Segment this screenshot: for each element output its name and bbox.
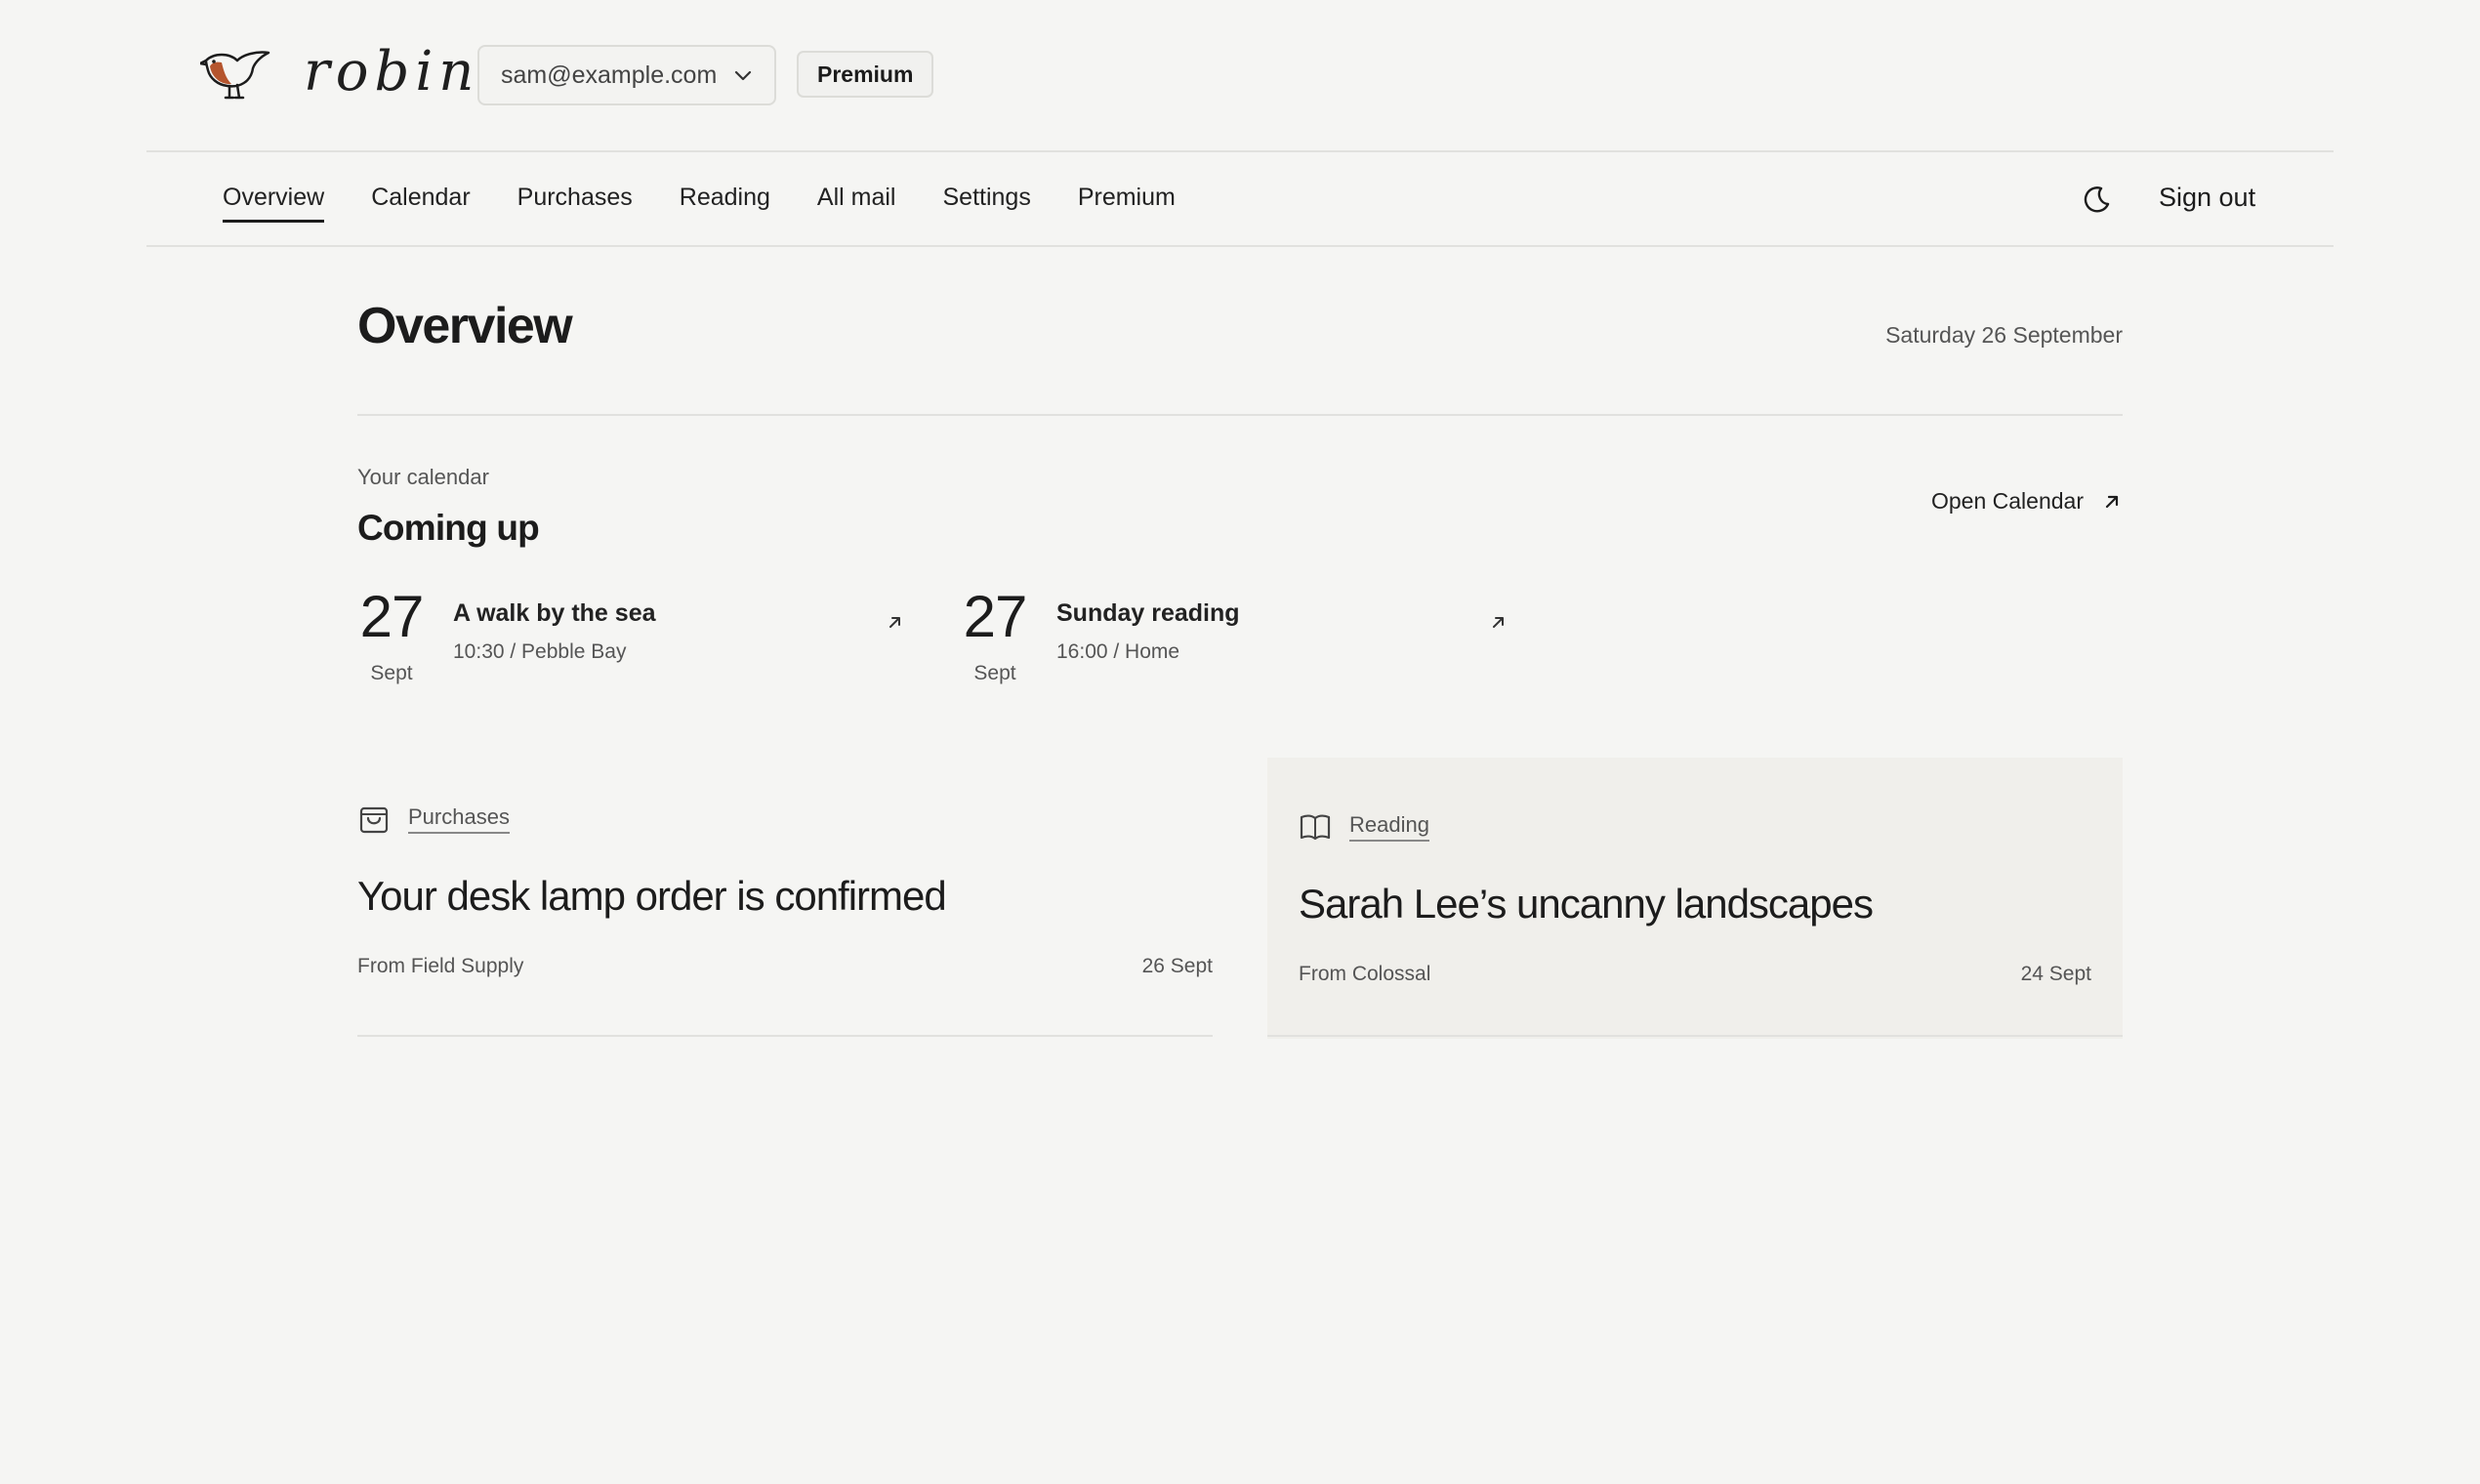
card-divider <box>357 1035 1213 1037</box>
card-category-reading[interactable]: Reading <box>1299 810 1429 844</box>
card-sender: From Colossal <box>1299 963 1431 985</box>
calendar-eyebrow: Your calendar <box>357 465 489 489</box>
robin-bird-icon <box>200 51 270 100</box>
event-day: 27 <box>359 584 425 649</box>
nav-overview[interactable]: Overview <box>223 176 325 223</box>
dark-mode-toggle-icon[interactable] <box>2082 184 2113 215</box>
card-divider <box>1267 1035 2123 1037</box>
calendar-event[interactable]: 27 Sept Sunday reading 16:00 / Home <box>961 588 1517 695</box>
card-title: Sarah Lee’s uncanny landscapes <box>1299 881 1874 927</box>
app-logo[interactable]: robin <box>200 43 479 102</box>
open-calendar-label: Open Calendar <box>1931 488 2084 514</box>
account-selector[interactable]: sam@example.com <box>477 45 776 105</box>
card-date: 24 Sept <box>2020 963 2091 985</box>
premium-badge[interactable]: Premium <box>797 51 934 98</box>
header-divider <box>146 150 2334 152</box>
page-title: Overview <box>357 298 573 354</box>
sign-out-button[interactable]: Sign out <box>2159 183 2255 213</box>
nav-all-mail[interactable]: All mail <box>817 176 896 223</box>
card-category-purchases[interactable]: Purchases <box>357 803 510 836</box>
calendar-event[interactable]: 27 Sept A walk by the sea 10:30 / Pebble… <box>357 588 914 695</box>
card-date: 26 Sept <box>1141 955 1213 977</box>
event-meta: 10:30 / Pebble Bay <box>453 640 627 663</box>
event-day: 27 <box>963 584 1028 649</box>
shopping-bag-icon <box>359 806 389 834</box>
event-month: Sept <box>370 662 413 684</box>
nav-premium[interactable]: Premium <box>1078 176 1176 223</box>
arrow-up-right-icon <box>1493 617 1504 628</box>
calendar-title: Coming up <box>357 508 540 548</box>
reading-card[interactable]: Reading Sarah Lee’s uncanny landscapes F… <box>1267 758 2123 1039</box>
nav-purchases[interactable]: Purchases <box>517 176 633 223</box>
nav-settings[interactable]: Settings <box>942 176 1030 223</box>
purchase-card[interactable]: Purchases Your desk lamp order is confir… <box>357 758 1213 1039</box>
card-category-label: Purchases <box>408 804 510 834</box>
card-title: Your desk lamp order is confirmed <box>357 873 947 919</box>
main-nav: Overview Calendar Purchases Reading All … <box>223 176 1222 223</box>
account-email: sam@example.com <box>501 61 718 89</box>
nav-reading[interactable]: Reading <box>680 176 770 223</box>
card-sender: From Field Supply <box>357 955 524 977</box>
top-bar: robin sam@example.com Premium <box>0 0 2480 151</box>
chevron-down-icon <box>734 70 752 81</box>
app-name: robin <box>304 40 480 103</box>
title-divider <box>357 414 2123 416</box>
event-title: Sunday reading <box>1056 599 1240 627</box>
arrow-up-right-icon <box>889 617 900 628</box>
nav-divider <box>146 245 2334 247</box>
event-month: Sept <box>973 662 1016 684</box>
nav-calendar[interactable]: Calendar <box>371 176 470 223</box>
arrow-up-right-icon <box>2105 495 2119 508</box>
open-calendar-link[interactable]: Open Calendar <box>1931 488 2123 515</box>
event-title: A walk by the sea <box>453 599 656 627</box>
open-book-icon <box>1300 814 1331 841</box>
card-category-label: Reading <box>1349 812 1429 842</box>
event-meta: 16:00 / Home <box>1056 640 1180 663</box>
page-date: Saturday 26 September <box>1885 322 2123 348</box>
